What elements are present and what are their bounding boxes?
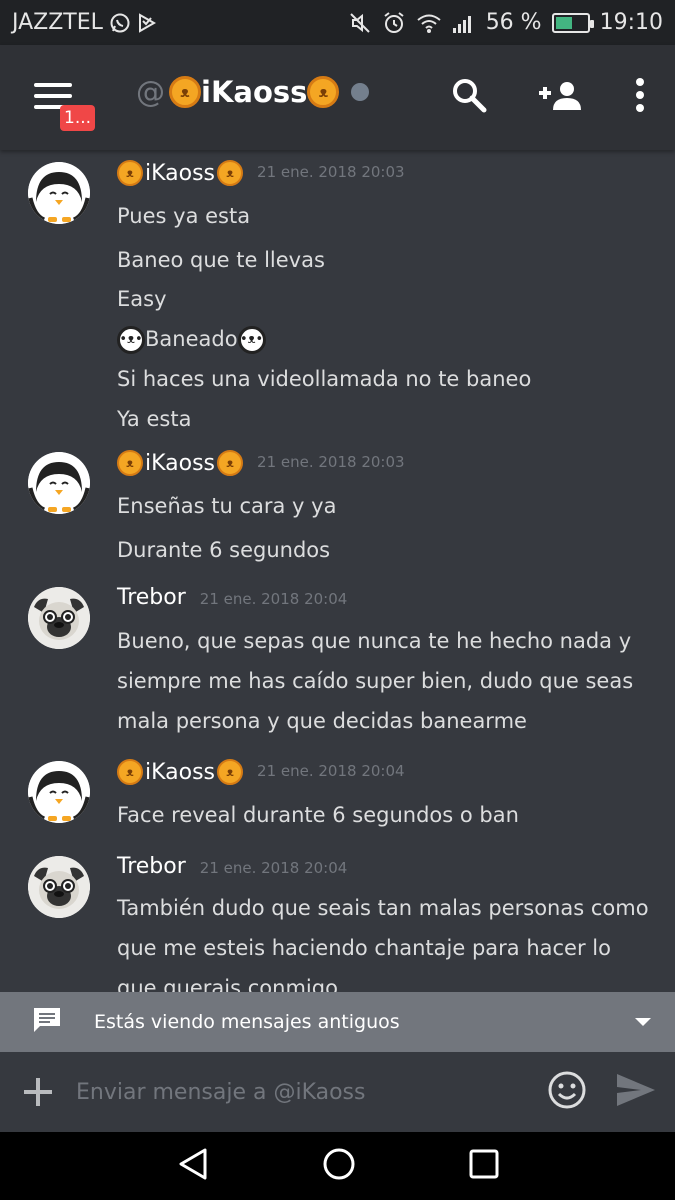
pug-avatar[interactable] (28, 587, 90, 649)
penguin-avatar[interactable] (28, 162, 90, 224)
system-nav-bar (0, 1132, 675, 1200)
message-input[interactable] (76, 1079, 496, 1105)
message-text: Bueno, que sepas que nunca te he hecho n… (117, 629, 634, 733)
message-timestamp: 21 ene. 2018 20:04 (199, 590, 348, 608)
author-name: iKaoss (145, 450, 216, 476)
back-icon[interactable] (177, 1147, 209, 1185)
message-author[interactable]: ᴥ iKaoss ᴥ (117, 759, 244, 785)
notification-icon (137, 12, 157, 34)
presence-status-dot (351, 83, 370, 101)
author-name: iKaoss (145, 759, 216, 785)
clock: 19:10 (599, 10, 663, 35)
lion-emoji-icon: ᴥ (217, 160, 244, 186)
message-group: ᴥ iKaoss ᴥ 21 ene. 2018 20:03 Pues ya es… (0, 150, 675, 440)
lion-emoji-icon: ᴥ (117, 160, 143, 186)
search-icon[interactable] (451, 77, 487, 117)
message-group: ᴥ iKaoss ᴥ 21 ene. 2018 20:04 Face revea… (0, 749, 675, 844)
message-group: ᴥ iKaoss ᴥ 21 ene. 2018 20:03 Enseñas tu… (0, 440, 675, 575)
notification-badge: 1... (60, 105, 96, 131)
message-text: También dudo que seais tan malas persona… (117, 896, 649, 992)
chevron-down-icon[interactable] (635, 1018, 651, 1026)
message-timestamp: 21 ene. 2018 20:04 (257, 762, 405, 780)
lion-emoji-icon: ᴥ (307, 76, 340, 108)
message-icon (32, 1006, 62, 1039)
add-friend-icon[interactable] (537, 80, 585, 114)
message-author[interactable]: ᴥ iKaoss ᴥ (117, 450, 244, 476)
message-text: Ya esta (117, 407, 192, 431)
home-icon[interactable] (322, 1147, 356, 1185)
message-author[interactable]: Trebor (117, 585, 186, 610)
message-timestamp: 21 ene. 2018 20:04 (199, 859, 348, 877)
author-name: Trebor (117, 585, 186, 610)
message-text: Durante 6 segundos (117, 538, 331, 562)
message-text: Si haces una videollamada no te baneo (117, 367, 532, 391)
add-attachment-icon[interactable] (24, 1078, 52, 1106)
mute-icon (348, 11, 372, 35)
message-text: Baneo que te llevas (117, 248, 325, 272)
message-author[interactable]: Trebor (117, 854, 186, 879)
lion-emoji-icon: ᴥ (217, 450, 244, 476)
channel-username: iKaoss (201, 75, 308, 109)
at-symbol: @ (136, 75, 165, 109)
more-options-icon[interactable] (635, 78, 645, 116)
signal-icon (452, 12, 476, 34)
message-text: Easy (117, 287, 167, 311)
message-text-with-emoji: •ᴥ• Baneado •ᴥ• (117, 319, 655, 359)
message-timestamp: 21 ene. 2018 20:03 (257, 163, 405, 181)
pug-avatar[interactable] (28, 856, 90, 918)
message-composer (0, 1052, 675, 1132)
lion-emoji-icon: ᴥ (169, 76, 201, 108)
emoji-picker-icon[interactable] (547, 1070, 587, 1114)
lion-emoji-icon: ᴥ (217, 759, 244, 785)
panda-emoji-icon: •ᴥ• (237, 326, 266, 354)
message-group: Trebor 21 ene. 2018 20:04 Bueno, que sep… (0, 575, 675, 749)
message-group: Trebor 21 ene. 2018 20:04 También dudo q… (0, 844, 675, 992)
channel-header: 1... @ ᴥ iKaoss ᴥ (0, 45, 675, 150)
battery-icon (551, 12, 594, 33)
recents-icon[interactable] (469, 1149, 499, 1183)
old-messages-label: Estás viendo mensajes antiguos (94, 1011, 400, 1033)
wifi-icon (416, 12, 442, 34)
whatsapp-icon (109, 12, 131, 34)
author-name: iKaoss (145, 160, 216, 186)
old-messages-bar[interactable]: Estás viendo mensajes antiguos (0, 992, 675, 1052)
panda-emoji-icon: •ᴥ• (117, 326, 145, 354)
battery-percent: 56 % (485, 10, 542, 35)
message-text: Baneado (145, 327, 238, 351)
status-bar: JAZZTEL 56 % 19:10 (0, 0, 675, 45)
channel-title: @ ᴥ iKaoss ᴥ (136, 75, 370, 109)
battery-fill (555, 16, 573, 29)
message-timestamp: 21 ene. 2018 20:03 (257, 453, 405, 471)
penguin-avatar[interactable] (28, 452, 90, 514)
alarm-icon (382, 11, 406, 35)
author-name: Trebor (117, 854, 186, 879)
message-author[interactable]: ᴥ iKaoss ᴥ (117, 160, 244, 186)
message-text: Enseñas tu cara y ya (117, 494, 337, 518)
penguin-avatar[interactable] (28, 761, 90, 823)
lion-emoji-icon: ᴥ (117, 759, 143, 785)
message-list[interactable]: ᴥ iKaoss ᴥ 21 ene. 2018 20:03 Pues ya es… (0, 150, 675, 992)
carrier-label: JAZZTEL (12, 10, 103, 35)
send-icon[interactable] (615, 1072, 657, 1112)
lion-emoji-icon: ᴥ (117, 450, 143, 476)
message-text: Pues ya esta (117, 204, 251, 228)
message-text: Face reveal durante 6 segundos o ban (117, 803, 519, 827)
